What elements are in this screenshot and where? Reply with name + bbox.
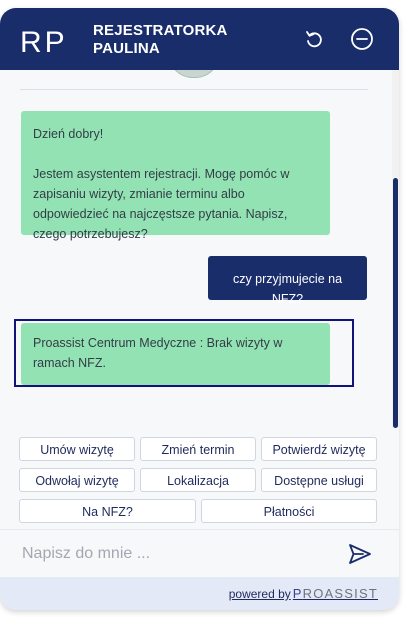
refresh-button[interactable] <box>302 27 326 51</box>
quick-replies: Umów wizytę Zmień termin Potwierdź wizyt… <box>0 428 399 528</box>
powered-by-link[interactable]: powered by PROASSIST <box>229 586 378 601</box>
minimize-button[interactable] <box>350 27 374 51</box>
logo-text: RP <box>20 26 68 56</box>
minimize-icon <box>351 28 373 50</box>
message-input[interactable] <box>20 540 324 568</box>
chat-title: REJESTRATORKA PAULINA <box>93 22 228 57</box>
refresh-icon <box>306 31 322 48</box>
quick-reply-umow-wizyte[interactable]: Umów wizytę <box>19 437 135 461</box>
brand-rest: ROASSIST <box>302 586 378 601</box>
message-list: Dzień dobry! Jestem asystentem rejestrac… <box>0 70 392 428</box>
bot-message-line: Jestem asystentem rejestracji. Mogę pomó… <box>33 167 290 241</box>
bot-message-line: Dzień dobry! <box>33 127 104 141</box>
quick-reply-dostepne-uslugi[interactable]: Dostępne usługi <box>261 468 377 492</box>
rp-logo: RP <box>20 26 68 56</box>
scrollbar-thumb[interactable] <box>393 178 398 428</box>
brand-initial: P <box>292 586 303 601</box>
quick-reply-odwolaj-wizyte[interactable]: Odwołaj wizytę <box>19 468 135 492</box>
quick-reply-zmien-termin[interactable]: Zmień termin <box>140 437 256 461</box>
quick-reply-na-nfz[interactable]: Na NFZ? <box>19 499 196 523</box>
bot-message: Proassist Centrum Medyczne : Brak wizyty… <box>21 323 330 385</box>
quick-reply-lokalizacja[interactable]: Lokalizacja <box>140 468 256 492</box>
chat-footer: powered by PROASSIST <box>0 577 399 610</box>
send-button[interactable] <box>347 541 373 567</box>
powered-by-label: powered by <box>228 587 291 601</box>
quick-reply-potwierdz-wizyte[interactable]: Potwierdź wizytę <box>261 437 377 461</box>
message-divider <box>20 89 368 90</box>
proassist-logo: PROASSIST <box>293 586 378 601</box>
chat-widget: RP REJESTRATORKA PAULINA Dzień dobry! Je… <box>0 8 399 610</box>
composer <box>0 529 399 578</box>
quick-reply-platnosci[interactable]: Płatności <box>201 499 377 523</box>
send-icon <box>349 544 371 564</box>
message-scrollbar[interactable] <box>392 70 399 428</box>
bot-message: Dzień dobry! Jestem asystentem rejestrac… <box>21 111 330 241</box>
bot-avatar <box>168 70 220 78</box>
user-message: czy przyjmujecie na NFZ? <box>208 256 367 306</box>
chat-header: RP REJESTRATORKA PAULINA <box>0 8 399 70</box>
